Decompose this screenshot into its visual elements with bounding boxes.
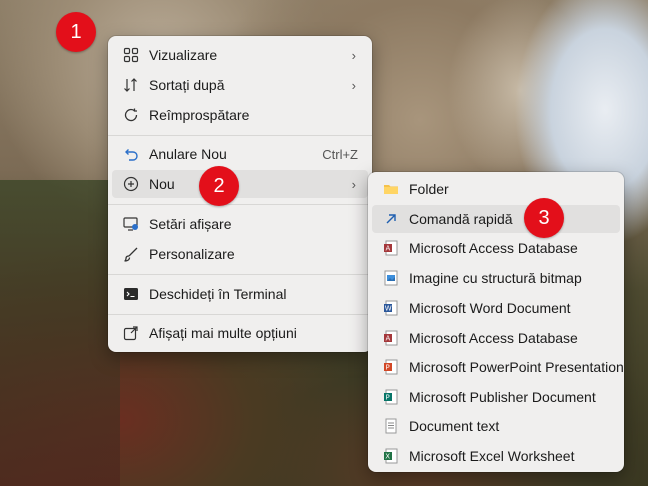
submenu-item-label: Microsoft Excel Worksheet (409, 448, 575, 464)
powerpoint-icon: P (382, 358, 400, 376)
desktop-context-menu: Vizualizare › Sortați după › Reîmprospăt… (108, 36, 372, 352)
menu-item-open-terminal[interactable]: Deschideți în Terminal (112, 280, 368, 308)
new-submenu: Folder Comandă rapidă A Microsoft Access… (368, 172, 624, 472)
menu-item-label: Nou (149, 176, 175, 192)
menu-separator (108, 204, 372, 205)
submenu-item-excel-worksheet[interactable]: X Microsoft Excel Worksheet (372, 442, 620, 470)
menu-item-undo-new[interactable]: Anulare Nou Ctrl+Z (112, 140, 368, 168)
submenu-item-label: Comandă rapidă (409, 211, 513, 227)
new-icon (122, 175, 140, 193)
menu-item-label: Deschideți în Terminal (149, 286, 287, 302)
svg-text:P: P (386, 364, 390, 372)
menu-separator (108, 314, 372, 315)
submenu-item-label: Microsoft Word Document (409, 300, 571, 316)
more-options-icon (122, 324, 140, 342)
svg-text:X: X (385, 453, 390, 461)
step-badge-1: 1 (56, 12, 96, 52)
text-document-icon (382, 417, 400, 435)
submenu-item-label: Imagine cu structură bitmap (409, 270, 582, 286)
shortcut-text: Ctrl+Z (322, 146, 358, 162)
step-badge-2: 2 (199, 166, 239, 206)
submenu-item-access-database-2[interactable]: A Microsoft Access Database (372, 324, 620, 352)
menu-item-label: Anulare Nou (149, 146, 227, 162)
menu-item-personalize[interactable]: Personalizare (112, 240, 368, 268)
step-badge-3: 3 (524, 198, 564, 238)
submenu-item-label: Document text (409, 418, 500, 434)
menu-item-label: Sortați după (149, 77, 225, 93)
access-icon: A (382, 329, 400, 347)
chevron-right-icon: › (351, 47, 356, 63)
submenu-item-shortcut[interactable]: Comandă rapidă (372, 205, 620, 233)
menu-separator (108, 274, 372, 275)
chevron-right-icon: › (351, 176, 356, 192)
submenu-item-folder[interactable]: Folder (372, 175, 620, 203)
menu-item-label: Reîmprospătare (149, 107, 250, 123)
menu-separator (108, 135, 372, 136)
display-settings-icon (122, 215, 140, 233)
submenu-item-label: Microsoft Access Database (409, 330, 578, 346)
access-icon: A (382, 239, 400, 257)
submenu-item-publisher[interactable]: P Microsoft Publisher Document (372, 383, 620, 411)
submenu-item-word-document[interactable]: W Microsoft Word Document (372, 294, 620, 322)
svg-text:W: W (385, 305, 392, 313)
refresh-icon (122, 106, 140, 124)
submenu-item-label: Microsoft Publisher Document (409, 389, 596, 405)
undo-icon (122, 145, 140, 163)
submenu-item-access-database[interactable]: A Microsoft Access Database (372, 234, 620, 262)
bitmap-icon (382, 269, 400, 287)
menu-item-refresh[interactable]: Reîmprospătare (112, 101, 368, 129)
brush-icon (122, 245, 140, 263)
word-icon: W (382, 299, 400, 317)
submenu-item-label: Microsoft PowerPoint Presentation (409, 359, 624, 375)
submenu-item-text-document[interactable]: Document text (372, 412, 620, 440)
svg-text:P: P (386, 394, 390, 402)
submenu-item-label: Folder (409, 181, 449, 197)
menu-item-view[interactable]: Vizualizare › (112, 41, 368, 69)
submenu-item-powerpoint[interactable]: P Microsoft PowerPoint Presentation (372, 353, 624, 381)
submenu-item-bitmap-image[interactable]: Imagine cu structură bitmap (372, 264, 620, 292)
terminal-icon (122, 285, 140, 303)
shortcut-icon (382, 210, 400, 228)
menu-item-label: Setări afișare (149, 216, 232, 232)
menu-item-show-more-options[interactable]: Afișați mai multe opțiuni (112, 319, 368, 347)
svg-text:A: A (386, 335, 391, 343)
menu-item-sort-by[interactable]: Sortați după › (112, 71, 368, 99)
menu-item-new[interactable]: Nou › (112, 170, 368, 198)
publisher-icon: P (382, 388, 400, 406)
menu-item-display-settings[interactable]: Setări afișare (112, 210, 368, 238)
menu-item-label: Personalizare (149, 246, 235, 262)
submenu-item-label: Microsoft Access Database (409, 240, 578, 256)
folder-icon (382, 180, 400, 198)
chevron-right-icon: › (351, 77, 356, 93)
sort-icon (122, 76, 140, 94)
grid-icon (122, 46, 140, 64)
excel-icon: X (382, 447, 400, 465)
svg-text:A: A (386, 245, 391, 253)
menu-item-label: Afișați mai multe opțiuni (149, 325, 297, 341)
menu-item-label: Vizualizare (149, 47, 218, 63)
